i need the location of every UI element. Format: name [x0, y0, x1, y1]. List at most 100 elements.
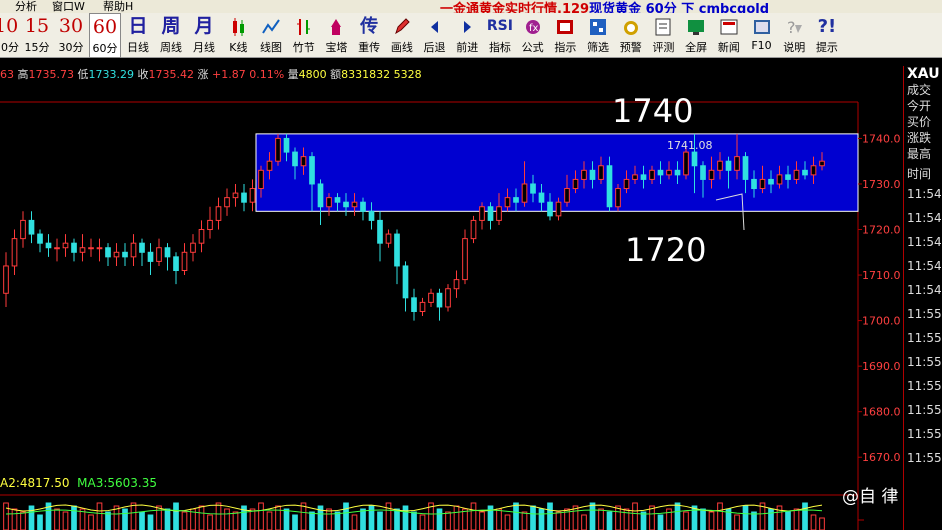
period-15-num: 15	[24, 15, 50, 37]
toolbar-label: 公式	[521, 41, 544, 54]
volume-bar	[360, 508, 366, 530]
toolbar-label: 后退	[423, 41, 446, 54]
candle-body	[581, 169, 587, 180]
toolbar-candlestick-button[interactable]: K线	[222, 13, 255, 58]
period-30-num: 30	[58, 15, 84, 37]
menu-analysis[interactable]: 分析	[15, 0, 37, 13]
candle-body	[810, 165, 817, 176]
toolbar-line-chart-button[interactable]: 线图	[255, 13, 288, 58]
candle-body	[819, 160, 825, 167]
candlestick-chart[interactable]: 1740.0 1730.0 1720.0 1710.0 1700.0 1690.0 1680…	[0, 60, 903, 530]
toolbar-help-button[interactable]: ? 说明	[778, 13, 811, 58]
title-instrument: 现货黄金 60分 下 cmbcgold	[589, 2, 770, 13]
toolbar-fullscreen-button[interactable]: 全屏	[680, 13, 713, 58]
candle-body	[258, 169, 264, 190]
y-tick-label: 1670.0	[862, 451, 901, 464]
period-60-button[interactable]: 60 60分	[89, 13, 121, 58]
volume-bar	[266, 511, 273, 530]
toolbar-chuan-button[interactable]: 传重传	[353, 13, 386, 58]
candle-body	[751, 178, 757, 190]
annotation-1740: 1740	[612, 92, 694, 130]
candle-body	[615, 188, 621, 208]
toolbar-bamboo-button[interactable]: 竹节	[287, 13, 320, 58]
period-10-button[interactable]: 10 10分	[0, 13, 19, 58]
candle-body	[71, 242, 77, 253]
toolbar-question-button[interactable]: ?! 提示	[811, 13, 844, 58]
candle-body	[62, 242, 69, 249]
peak-price-label: 1741.08	[667, 139, 713, 152]
toolbar-alarm-button[interactable]: 预警	[614, 13, 647, 58]
toolbar-label: 新闻	[717, 41, 740, 54]
daily-button[interactable]: 日 日线	[123, 13, 153, 58]
menu-window[interactable]: 窗口W	[52, 0, 85, 13]
toolbar-arrow-left-button[interactable]: 后退	[418, 13, 451, 58]
candle-body	[793, 169, 800, 180]
volume-bar	[683, 511, 689, 530]
candle-body	[351, 201, 358, 208]
candle-body	[113, 251, 120, 258]
y-tick-label: 1720.0	[862, 224, 901, 237]
candle-body	[640, 174, 647, 180]
candle-body	[547, 201, 553, 217]
candle-body	[700, 165, 706, 180]
toolbar-rating-button[interactable]: 评测	[647, 13, 680, 58]
volume-bar	[589, 502, 596, 530]
candle-body	[445, 288, 451, 308]
volume-bar	[436, 508, 443, 530]
volume-bar	[164, 508, 171, 530]
volume-bar	[3, 502, 9, 530]
volume-bar	[343, 502, 349, 530]
toolbar-arrow-right-button[interactable]: 前进	[451, 13, 484, 58]
volume-bar	[207, 514, 213, 530]
time-row: 11:54	[907, 211, 942, 225]
time-list: 11:54 11:54 11:54 11:54 11:54 11:55 11:55 11:55…	[904, 182, 942, 470]
volume-bar	[411, 511, 417, 530]
volume-bar	[37, 514, 43, 530]
toolbar-tower-button[interactable]: 宝塔	[320, 13, 353, 58]
volume-bar	[385, 502, 392, 530]
toolbar-label: F10	[751, 39, 772, 52]
monthly-button[interactable]: 月 月线	[189, 13, 219, 58]
candle-body	[632, 174, 638, 180]
candle-body	[45, 242, 52, 249]
volume-bar	[249, 508, 256, 530]
volume-bar	[649, 505, 655, 530]
candle-body	[598, 165, 604, 180]
toolbar-label: 评测	[652, 41, 675, 54]
f10-icon	[745, 13, 778, 40]
candle-body	[190, 242, 196, 253]
toolbar-label: 竹节	[292, 41, 315, 54]
toolbar-pencil-button[interactable]: 画线	[386, 13, 419, 58]
volume-bar	[156, 505, 162, 530]
volume-bar	[734, 514, 740, 530]
toolbar-news-button[interactable]: 新闻	[713, 13, 746, 58]
time-row: 11:54	[907, 187, 942, 201]
candle-body	[453, 279, 460, 290]
candle-body	[538, 192, 545, 203]
period-30-button[interactable]: 30 30分	[56, 13, 86, 58]
toolbar-indicator-button[interactable]: 指示	[549, 13, 582, 58]
toolbar-filter-button[interactable]: 筛选	[582, 13, 615, 58]
candle-body	[292, 151, 298, 167]
menu-help[interactable]: 帮助H	[103, 0, 133, 13]
candle-body	[326, 197, 332, 208]
volume-bar	[581, 514, 587, 530]
time-row: 11:55	[907, 451, 942, 465]
toolbar-f10-button[interactable]: F10	[745, 13, 778, 58]
volume-bar	[258, 502, 264, 530]
candle-body	[734, 156, 740, 171]
volume-bar	[462, 508, 468, 530]
toolbar-label: 预警	[619, 41, 642, 54]
weekly-button[interactable]: 周 周线	[155, 13, 187, 58]
candle-body	[394, 233, 400, 267]
candle-body	[683, 151, 689, 176]
news-icon	[713, 13, 746, 40]
candle-body	[249, 188, 256, 203]
candle-body	[156, 247, 162, 262]
tower-icon	[320, 13, 353, 40]
y-tick-label: 1700.0	[862, 315, 901, 328]
volume-bar	[802, 502, 808, 530]
toolbar-rsi-button[interactable]: RSI 指标	[484, 13, 517, 58]
toolbar-formula-button[interactable]: fx 公式	[516, 13, 549, 58]
period-15-button[interactable]: 15 15分	[22, 13, 52, 58]
